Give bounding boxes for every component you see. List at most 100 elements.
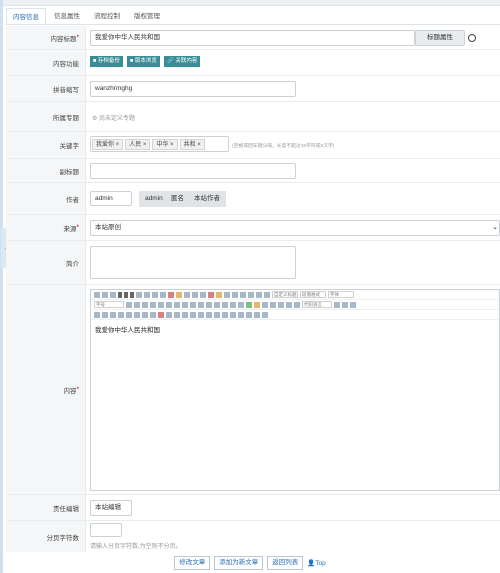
tab-content-info[interactable]: 内容信息 (6, 8, 46, 25)
lineheight-icon[interactable] (264, 291, 270, 298)
undo-icon[interactable] (102, 291, 108, 298)
searchreplace-icon[interactable] (246, 311, 252, 318)
directionality-rtl-icon[interactable] (134, 301, 140, 308)
inserttable-icon[interactable] (134, 311, 140, 318)
map-icon[interactable] (278, 301, 284, 308)
source-select[interactable]: 本站原创 (90, 220, 500, 236)
imagenone-icon[interactable] (222, 301, 228, 308)
redo-icon[interactable] (110, 291, 116, 298)
pagebreak-icon[interactable] (294, 301, 300, 308)
code-language-select[interactable]: 代码语言 (302, 301, 332, 308)
underline-icon[interactable] (130, 291, 134, 298)
anchor-icon[interactable] (214, 301, 220, 308)
title-input[interactable]: 我爱你中华人民共和国 (90, 30, 415, 46)
insertorderedlist-icon[interactable] (224, 291, 230, 298)
tab-workflow[interactable]: 流程控制 (88, 8, 126, 25)
insertrow-icon[interactable] (158, 311, 164, 318)
add-new-article-button[interactable]: 添加为新文章 (214, 556, 264, 570)
insertcol-icon[interactable] (166, 311, 172, 318)
blockquote-icon[interactable] (192, 291, 198, 298)
heart-icon[interactable] (468, 34, 476, 42)
insertframe-icon[interactable] (286, 301, 292, 308)
formatmatch-icon[interactable] (176, 291, 182, 298)
font-family-select[interactable]: 字体 (328, 291, 354, 298)
help-icon[interactable] (262, 311, 268, 318)
summary-textarea[interactable] (90, 246, 296, 279)
directionality-ltr-icon[interactable] (126, 301, 132, 308)
author-option-admin[interactable]: admin (141, 192, 167, 206)
insertunorderedlist-icon[interactable] (232, 291, 238, 298)
subtitle-input[interactable] (90, 163, 296, 179)
modify-article-button[interactable]: 修改文章 (174, 556, 211, 570)
back-to-top-link[interactable]: 👤Top (307, 559, 326, 567)
insertvideo-icon[interactable] (262, 301, 268, 308)
spechars-icon[interactable] (110, 311, 116, 318)
touppercase-icon[interactable] (182, 301, 188, 308)
charts-icon[interactable] (222, 311, 228, 318)
author-input[interactable]: admin (90, 191, 132, 206)
time-icon[interactable] (102, 311, 108, 318)
wordimage-icon[interactable] (126, 311, 132, 318)
source-icon[interactable] (94, 291, 100, 298)
print-icon[interactable] (230, 311, 236, 318)
related-content-button[interactable]: 🔗 关联内容 (164, 56, 201, 67)
removeformat-icon[interactable] (168, 291, 174, 298)
drafts-icon[interactable] (254, 311, 260, 318)
subscript-icon[interactable] (160, 291, 166, 298)
imageleft-icon[interactable] (230, 301, 236, 308)
version-browse-button[interactable]: ■ 版本浏览 (127, 56, 160, 67)
emotion-icon[interactable] (254, 301, 260, 308)
fontborder-icon[interactable] (136, 291, 142, 298)
insertparagraph-icon[interactable] (150, 311, 156, 318)
editor-body[interactable]: 我爱你中华人民共和国 (91, 320, 499, 338)
template-icon[interactable] (334, 301, 340, 308)
cleardoc-icon[interactable] (248, 291, 254, 298)
selectall-icon[interactable] (240, 291, 246, 298)
splittorows-icon[interactable] (206, 311, 212, 318)
custom-title-select[interactable]: 自定义标题 (272, 291, 298, 298)
paging-input[interactable] (90, 523, 122, 537)
attachment-icon[interactable] (270, 301, 276, 308)
date-icon[interactable] (94, 311, 100, 318)
horizontal-icon[interactable] (350, 301, 356, 308)
pasteplain-icon[interactable] (200, 291, 206, 298)
topic-placeholder[interactable]: ⚙ 尚未定义专题 (92, 113, 135, 122)
deletetable-icon[interactable] (142, 311, 148, 318)
chevron-down-icon[interactable]: ⌄ (492, 223, 498, 231)
back-to-list-button[interactable]: 返回列表 (267, 556, 304, 570)
mergeright-icon[interactable] (182, 311, 188, 318)
mergecells-icon[interactable] (174, 311, 180, 318)
splittocols-icon[interactable] (214, 311, 220, 318)
archive-button[interactable]: ■ 存档备份 (90, 56, 123, 67)
justifyleft-icon[interactable] (150, 301, 156, 308)
justifyright-icon[interactable] (166, 301, 172, 308)
bold-icon[interactable] (118, 291, 122, 298)
splittocells-icon[interactable] (198, 311, 204, 318)
unlink-icon[interactable] (206, 301, 212, 308)
insertimage-icon[interactable] (246, 301, 252, 308)
justifycenter-icon[interactable] (158, 301, 164, 308)
justifyjustify-icon[interactable] (174, 301, 180, 308)
rowspacing-icon[interactable] (256, 291, 262, 298)
preview-icon[interactable] (238, 311, 244, 318)
superscript-icon[interactable] (152, 291, 158, 298)
author-option-site[interactable]: 本站作者 (190, 192, 224, 206)
background-icon[interactable] (342, 301, 348, 308)
imageright-icon[interactable] (238, 301, 244, 308)
forecolor-icon[interactable] (208, 291, 214, 298)
mergedown-icon[interactable] (190, 311, 196, 318)
pinyin-input[interactable]: wanzhrmghg (90, 81, 296, 97)
font-size-select[interactable]: 字号 (94, 301, 124, 308)
backcolor-icon[interactable] (216, 291, 222, 298)
italic-icon[interactable] (124, 291, 128, 298)
tab-info-attributes[interactable]: 信息属性 (48, 8, 86, 25)
author-option-anonymous[interactable]: 匿名 (167, 192, 188, 206)
tolowercase-icon[interactable] (190, 301, 196, 308)
tab-copyright[interactable]: 版权管理 (128, 8, 166, 25)
title-attr-button[interactable]: 标题属性 (415, 30, 465, 46)
indent-icon[interactable] (142, 301, 148, 308)
paragraph-format-select[interactable]: 段落格式 (300, 291, 326, 298)
strikethrough-icon[interactable] (144, 291, 150, 298)
editor-input[interactable]: 本站编辑 (90, 500, 132, 516)
link-icon[interactable] (198, 301, 204, 308)
